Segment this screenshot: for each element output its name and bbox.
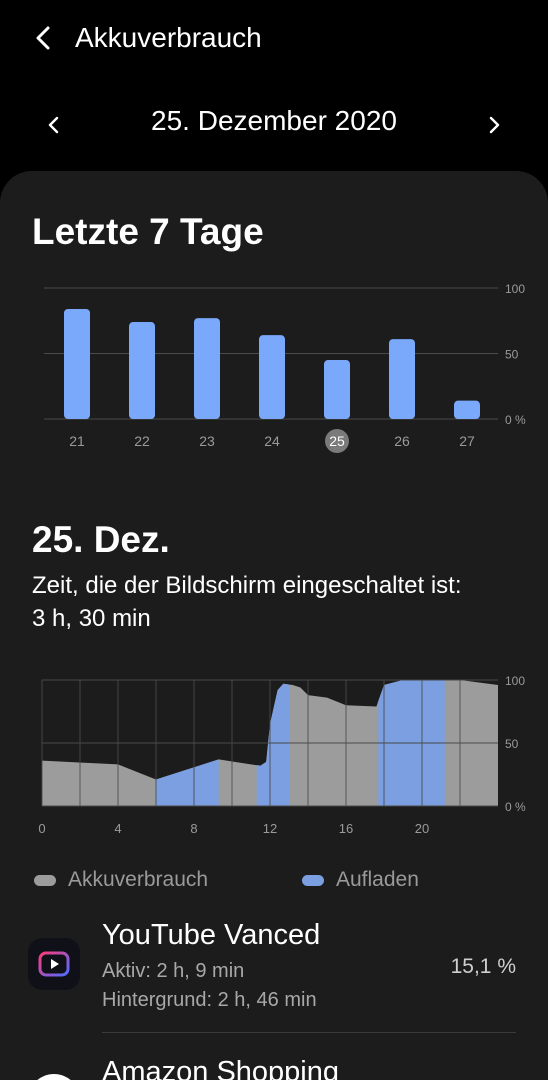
- bar: [194, 318, 220, 419]
- x-tick-label: 12: [263, 821, 277, 836]
- divider: [102, 1032, 516, 1033]
- legend-charging: Aufladen: [302, 868, 419, 892]
- amazon-shopping-icon: [28, 1074, 80, 1080]
- y-tick-label: 50: [505, 737, 519, 751]
- x-tick-label: 0: [38, 821, 45, 836]
- screen-on-value: 3 h, 30 min: [32, 605, 151, 632]
- y-tick-label: 100: [505, 674, 525, 688]
- y-tick-label: 50: [505, 348, 519, 362]
- app-usage-row[interactable]: Amazon Shopping: [0, 1040, 548, 1080]
- chevron-left-icon: [36, 26, 50, 50]
- usage-swatch: [34, 874, 56, 886]
- week-heading: Letzte 7 Tage: [32, 211, 264, 252]
- legend-usage: Akkuverbrauch: [34, 868, 208, 892]
- app-background-time: Hintergrund: 2 h, 46 min: [102, 989, 317, 1011]
- page-title: Akkuverbrauch: [75, 22, 262, 53]
- app-name: Amazon Shopping: [102, 1056, 339, 1080]
- x-tick-label: 21: [69, 433, 85, 449]
- weekly-bar-chart: 100 50 0 % 21 22 23 24 25 26 27: [44, 282, 526, 453]
- x-tick-label: 8: [190, 821, 197, 836]
- chevron-left-icon: [48, 116, 59, 134]
- previous-date-button[interactable]: [40, 107, 68, 143]
- back-button[interactable]: [28, 18, 60, 58]
- date-label: 25. Dezember 2020: [151, 105, 397, 136]
- date-navigator: 25. Dezember 2020: [0, 95, 548, 155]
- bar: [259, 335, 285, 419]
- app-active-time: Aktiv: 2 h, 9 min: [102, 960, 245, 982]
- app-header: Akkuverbrauch: [0, 0, 548, 80]
- charging-swatch: [302, 874, 324, 886]
- y-tick-label: 0 %: [505, 800, 526, 814]
- y-tick-label: 0 %: [505, 413, 526, 427]
- x-tick-label: 24: [264, 433, 280, 449]
- x-tick-label: 16: [339, 821, 353, 836]
- app-percent: 15,1 %: [450, 955, 516, 978]
- x-tick-label: 20: [415, 821, 429, 836]
- bar: [324, 360, 350, 419]
- chevron-right-icon: [489, 116, 500, 134]
- charging-area: [256, 683, 289, 806]
- x-tick-label: 26: [394, 433, 410, 449]
- play-icon: [38, 951, 70, 977]
- bar: [389, 339, 415, 419]
- x-tick-label: 25: [329, 433, 345, 449]
- bar: [129, 322, 155, 419]
- youtube-vanced-icon: [28, 938, 80, 990]
- x-tick-label: 23: [199, 433, 215, 449]
- bar: [454, 400, 480, 419]
- app-name: YouTube Vanced: [102, 919, 321, 951]
- next-date-button[interactable]: [480, 107, 508, 143]
- screen-on-label: Zeit, die der Bildschirm eingeschaltet i…: [32, 572, 462, 599]
- y-tick-label: 100: [505, 282, 525, 296]
- x-tick-label: 4: [114, 821, 121, 836]
- day-heading: 25. Dez.: [32, 519, 170, 560]
- x-tick-label: 22: [134, 433, 150, 449]
- app-usage-row[interactable]: YouTube Vanced Aktiv: 2 h, 9 min Hinterg…: [0, 910, 548, 1030]
- charging-area: [156, 759, 219, 806]
- legend-charging-label: Aufladen: [336, 868, 419, 891]
- x-tick-label: 27: [459, 433, 475, 449]
- daily-area-chart: 100 50 0 % 0 4 8 12 16 20: [38, 674, 526, 836]
- bar: [64, 308, 90, 419]
- legend-usage-label: Akkuverbrauch: [68, 868, 209, 891]
